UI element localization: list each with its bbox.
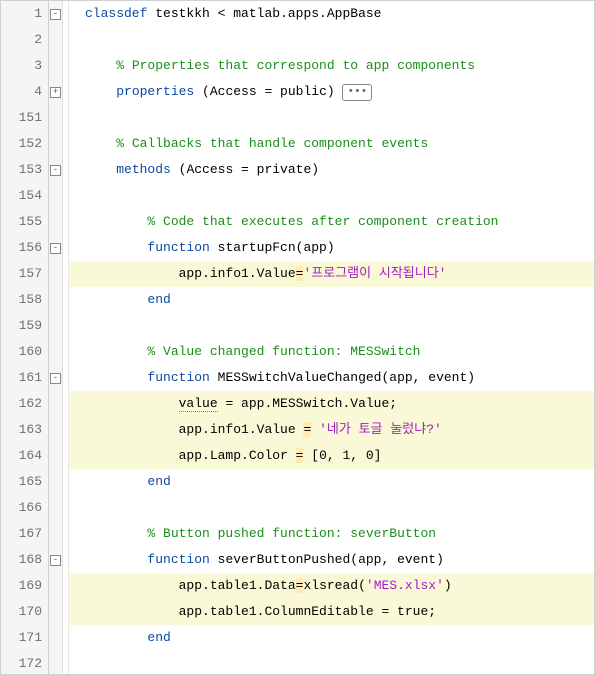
code-line[interactable]: [69, 651, 594, 674]
line-number: 161: [1, 365, 48, 391]
code-line[interactable]: value = app.MESSwitch.Value;: [69, 391, 594, 417]
line-number-gutter: 1 2 3 4 151 152 153 154 155 156 157 158 …: [1, 1, 49, 674]
code-line[interactable]: [69, 495, 594, 521]
code-line[interactable]: function startupFcn(app): [69, 235, 594, 261]
line-number: 158: [1, 287, 48, 313]
code-line[interactable]: % Properties that correspond to app comp…: [69, 53, 594, 79]
fold-toggle-icon[interactable]: -: [50, 373, 61, 384]
line-number: 1: [1, 1, 48, 27]
fold-toggle-icon[interactable]: -: [50, 165, 61, 176]
code-line[interactable]: [69, 313, 594, 339]
line-number: 162: [1, 391, 48, 417]
code-line[interactable]: [69, 105, 594, 131]
line-number: 165: [1, 469, 48, 495]
line-number: 168: [1, 547, 48, 573]
line-number: 170: [1, 599, 48, 625]
code-line[interactable]: end: [69, 625, 594, 651]
code-line[interactable]: % Value changed function: MESSwitch: [69, 339, 594, 365]
fold-column: - + - - - - -: [49, 1, 63, 674]
line-number: 167: [1, 521, 48, 547]
line-number: 3: [1, 53, 48, 79]
line-number: 164: [1, 443, 48, 469]
line-number: 166: [1, 495, 48, 521]
code-line[interactable]: app.table1.Data=xlsread('MES.xlsx'): [69, 573, 594, 599]
line-number: 156: [1, 235, 48, 261]
line-number: 154: [1, 183, 48, 209]
code-line[interactable]: function MESSwitchValueChanged(app, even…: [69, 365, 594, 391]
code-line[interactable]: function severButtonPushed(app, event): [69, 547, 594, 573]
fold-toggle-icon[interactable]: +: [50, 87, 61, 98]
code-line[interactable]: % Code that executes after component cre…: [69, 209, 594, 235]
line-number: 152: [1, 131, 48, 157]
code-line[interactable]: [69, 27, 594, 53]
line-number: 4: [1, 79, 48, 105]
folded-code-icon[interactable]: •••: [342, 84, 372, 101]
line-number: 169: [1, 573, 48, 599]
line-number: 160: [1, 339, 48, 365]
code-line[interactable]: app.info1.Value='프로그램이 시작됩니다': [69, 261, 594, 287]
line-number: 172: [1, 651, 48, 675]
fold-toggle-icon[interactable]: -: [50, 243, 61, 254]
code-line[interactable]: % Button pushed function: severButton: [69, 521, 594, 547]
line-number: 2: [1, 27, 48, 53]
code-editor: 1 2 3 4 151 152 153 154 155 156 157 158 …: [0, 0, 595, 675]
code-line[interactable]: app.table1.ColumnEditable = true;: [69, 599, 594, 625]
code-line[interactable]: properties (Access = public) •••: [69, 79, 594, 105]
line-number: 153: [1, 157, 48, 183]
code-line[interactable]: [69, 183, 594, 209]
line-number: 155: [1, 209, 48, 235]
fold-toggle-icon[interactable]: -: [50, 555, 61, 566]
code-area[interactable]: classdef testkkh < matlab.apps.AppBase %…: [69, 1, 594, 674]
code-line[interactable]: classdef testkkh < matlab.apps.AppBase: [69, 1, 594, 27]
code-line[interactable]: end: [69, 469, 594, 495]
code-line[interactable]: app.Lamp.Color = [0, 1, 0]: [69, 443, 594, 469]
code-line[interactable]: methods (Access = private): [69, 157, 594, 183]
fold-toggle-icon[interactable]: -: [50, 9, 61, 20]
line-number: 157: [1, 261, 48, 287]
line-number: 159: [1, 313, 48, 339]
line-number: 171: [1, 625, 48, 651]
line-number: 163: [1, 417, 48, 443]
code-line[interactable]: % Callbacks that handle component events: [69, 131, 594, 157]
code-line[interactable]: app.info1.Value = '네가 토글 눌렀냐?': [69, 417, 594, 443]
code-line[interactable]: end: [69, 287, 594, 313]
line-number: 151: [1, 105, 48, 131]
